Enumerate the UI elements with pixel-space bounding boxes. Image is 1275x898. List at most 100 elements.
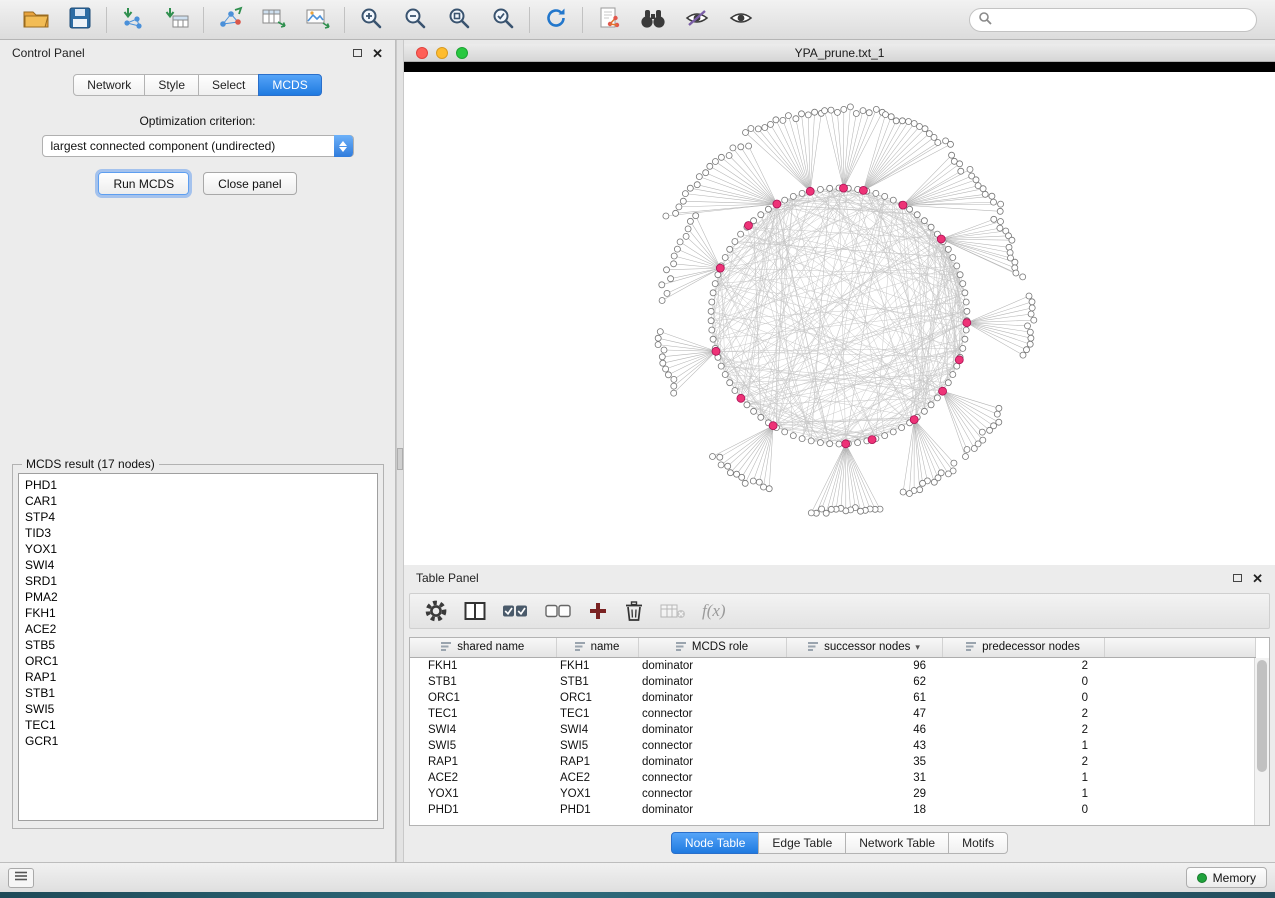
settings-gear-icon[interactable] — [424, 599, 448, 623]
list-item[interactable]: STP4 — [25, 509, 377, 525]
tab-edge-table[interactable]: Edge Table — [758, 832, 846, 854]
list-item[interactable]: FKH1 — [25, 605, 377, 621]
traffic-light-minimize[interactable] — [436, 47, 448, 59]
table-row[interactable]: ACE2ACE2connector311 — [410, 770, 1255, 786]
save-session-button[interactable] — [64, 6, 96, 34]
scrollbar-thumb[interactable] — [1257, 660, 1267, 772]
show-details-button[interactable] — [725, 6, 757, 34]
table-row[interactable]: RAP1RAP1dominator352 — [410, 754, 1255, 770]
sort-descending-icon: ▾ — [915, 642, 920, 653]
table-row[interactable]: TEC1TEC1connector472 — [410, 706, 1255, 722]
column-header-predecessor-nodes[interactable]: predecessor nodes — [942, 638, 1104, 657]
list-item[interactable]: SWI4 — [25, 557, 377, 573]
cell-predecessor-nodes: 0 — [942, 690, 1104, 706]
list-item[interactable]: PHD1 — [25, 477, 377, 493]
list-item[interactable]: ACE2 — [25, 621, 377, 637]
import-network-button[interactable] — [117, 6, 149, 34]
deselect-all-icon[interactable] — [545, 601, 572, 621]
export-table-button[interactable] — [258, 6, 290, 34]
close-panel-button[interactable]: Close panel — [203, 172, 296, 195]
tab-mcds[interactable]: MCDS — [258, 74, 321, 96]
column-header-successor-nodes[interactable]: successor nodes▾ — [786, 638, 942, 657]
table-scrollbar[interactable] — [1254, 658, 1269, 825]
export-image-button[interactable] — [302, 6, 334, 34]
tab-network-table[interactable]: Network Table — [845, 832, 949, 854]
list-item[interactable]: YOX1 — [25, 541, 377, 557]
tab-style[interactable]: Style — [144, 74, 199, 96]
table-row[interactable]: ORC1ORC1dominator610 — [410, 690, 1255, 706]
open-file-button[interactable] — [20, 6, 52, 34]
memory-button[interactable]: Memory — [1186, 867, 1267, 888]
import-table-button[interactable] — [161, 6, 193, 34]
traffic-light-close[interactable] — [416, 47, 428, 59]
table-row[interactable]: STB1STB1dominator620 — [410, 674, 1255, 690]
search-input[interactable] — [997, 13, 1248, 27]
table-row[interactable]: FKH1FKH1dominator962 — [410, 657, 1255, 674]
network-search-box[interactable] — [969, 8, 1257, 32]
close-panel-icon[interactable]: ✕ — [1252, 572, 1263, 585]
list-item[interactable]: RAP1 — [25, 669, 377, 685]
zoom-fit-button[interactable] — [443, 6, 475, 34]
export-network-button[interactable] — [214, 6, 246, 34]
select-all-icon[interactable] — [502, 601, 529, 621]
column-header-shared-name[interactable]: shared name — [410, 638, 556, 657]
column-header-name[interactable]: name — [556, 638, 638, 657]
mcds-result-list[interactable]: PHD1 CAR1 STP4 TID3 YOX1 SWI4 SRD1 PMA2 … — [18, 473, 378, 821]
column-header-mcds-role[interactable]: MCDS role — [638, 638, 786, 657]
run-mcds-button[interactable]: Run MCDS — [98, 172, 189, 195]
list-item[interactable]: STB5 — [25, 637, 377, 653]
table-row[interactable]: PHD1PHD1dominator180 — [410, 802, 1255, 818]
add-column-icon[interactable] — [588, 601, 608, 621]
table-row[interactable]: SWI5SWI5connector431 — [410, 738, 1255, 754]
delete-column-icon[interactable] — [624, 600, 644, 622]
cell-predecessor-nodes: 1 — [942, 770, 1104, 786]
network-window-titlebar[interactable]: YPA_prune.txt_1 — [404, 44, 1275, 62]
function-builder-icon[interactable]: f(x) — [702, 601, 726, 621]
splitter-grip[interactable] — [397, 448, 403, 470]
list-item[interactable]: SRD1 — [25, 573, 377, 589]
control-panel-header: Control Panel ✕ — [0, 40, 395, 66]
tab-node-table[interactable]: Node Table — [671, 832, 760, 854]
criterion-dropdown[interactable]: largest connected component (undirected) — [42, 135, 354, 157]
tab-select[interactable]: Select — [198, 74, 259, 96]
search-network-button[interactable] — [637, 6, 669, 34]
node-table-container[interactable]: shared name name MCDS role successor nod… — [409, 637, 1270, 826]
hide-details-button[interactable] — [681, 6, 713, 34]
share-document-icon — [597, 6, 621, 33]
refresh-button[interactable] — [540, 6, 572, 34]
share-document-button[interactable] — [593, 6, 625, 34]
zoom-in-button[interactable] — [355, 6, 387, 34]
traffic-light-zoom[interactable] — [456, 47, 468, 59]
cell-successor-nodes: 96 — [786, 657, 942, 674]
cell-mcds-role: dominator — [638, 690, 786, 706]
list-item[interactable]: ORC1 — [25, 653, 377, 669]
close-panel-icon[interactable]: ✕ — [372, 47, 383, 60]
table-row[interactable]: SWI4SWI4dominator462 — [410, 722, 1255, 738]
float-panel-icon[interactable] — [353, 49, 362, 57]
tab-motifs[interactable]: Motifs — [948, 832, 1008, 854]
list-item[interactable]: PMA2 — [25, 589, 377, 605]
list-item[interactable]: TID3 — [25, 525, 377, 541]
status-menu-button[interactable] — [8, 868, 34, 888]
zoom-fit-icon — [447, 6, 471, 33]
tab-network[interactable]: Network — [73, 74, 145, 96]
column-label: name — [591, 641, 620, 653]
cell-successor-nodes: 62 — [786, 674, 942, 690]
list-item[interactable]: CAR1 — [25, 493, 377, 509]
list-item[interactable]: SWI5 — [25, 701, 377, 717]
search-icon — [978, 11, 992, 28]
network-canvas[interactable] — [404, 72, 1275, 565]
list-item[interactable]: STB1 — [25, 685, 377, 701]
cell-mcds-role: connector — [638, 770, 786, 786]
float-panel-icon[interactable] — [1233, 574, 1242, 582]
zoom-selected-button[interactable] — [487, 6, 519, 34]
clear-table-icon[interactable] — [660, 602, 686, 620]
list-item[interactable]: TEC1 — [25, 717, 377, 733]
cell-successor-nodes: 43 — [786, 738, 942, 754]
panel-splitter[interactable] — [396, 40, 404, 862]
table-row[interactable]: YOX1YOX1connector291 — [410, 786, 1255, 802]
split-columns-icon[interactable] — [464, 601, 486, 621]
network-graph[interactable] — [404, 72, 1275, 565]
list-item[interactable]: GCR1 — [25, 733, 377, 749]
zoom-out-button[interactable] — [399, 6, 431, 34]
